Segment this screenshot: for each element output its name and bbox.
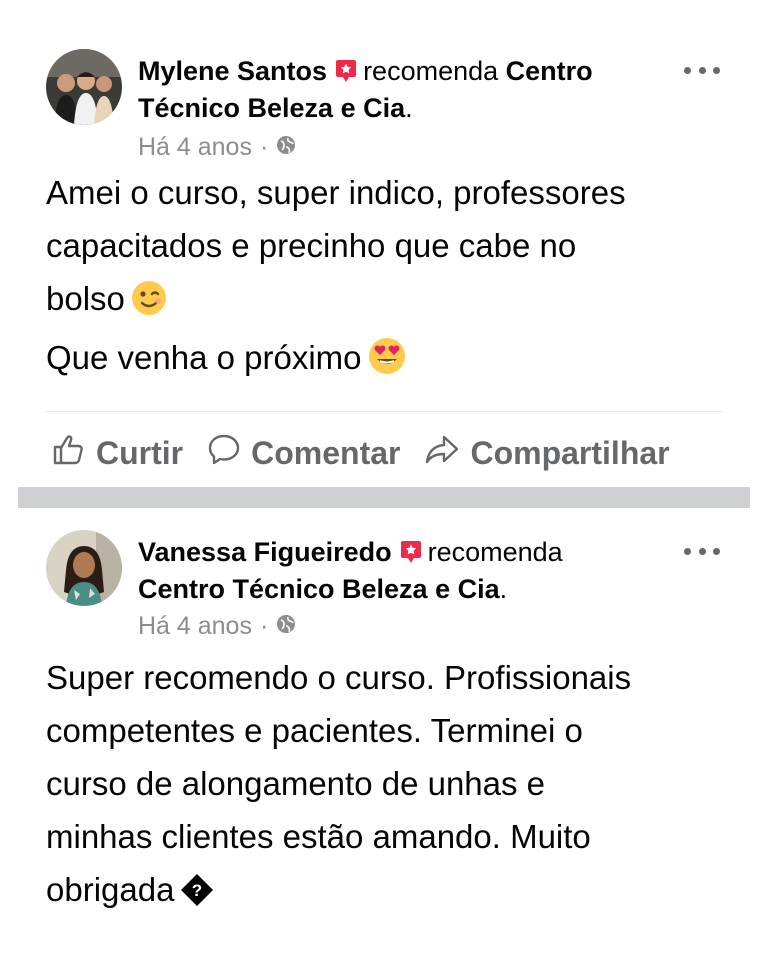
thumbs-up-icon — [52, 432, 86, 474]
feed-separator — [18, 487, 750, 508]
post-body: Amei o curso, super indico, professores … — [46, 166, 736, 390]
recommend-verb: recomenda — [363, 56, 499, 86]
recommend-verb: recomenda — [427, 537, 563, 567]
comment-label: Comentar — [251, 434, 401, 471]
post-header: Vanessa Figueiredo recomenda Centro Técni… — [138, 535, 668, 606]
body-line: curso de alongamento de unhas e — [46, 765, 546, 802]
post-meta: Há 4 anos · — [138, 133, 296, 162]
dot-icon — [713, 66, 720, 74]
like-button[interactable]: Curtir — [52, 432, 183, 474]
body-line: competentes e pacientes. Terminei o — [46, 712, 583, 749]
globe-icon — [276, 133, 296, 162]
unknown-glyph-icon: ? — [180, 869, 214, 922]
dot-icon — [698, 66, 706, 74]
avatar[interactable] — [46, 49, 122, 125]
like-label: Curtir — [96, 434, 184, 471]
page-suffix: . — [405, 93, 413, 123]
body-line-with-emoji: bolso — [46, 272, 736, 331]
comment-button[interactable]: Comentar — [207, 432, 400, 474]
svg-text:?: ? — [192, 881, 202, 900]
recommend-icon — [400, 538, 422, 572]
body-line: obrigada — [46, 871, 175, 908]
body-line: Amei o curso, super indico, professores — [46, 174, 626, 211]
body-line: minhas clientes estão amando. Muito — [46, 818, 591, 855]
divider — [46, 411, 722, 412]
review-post-1: Mylene Santos recomenda Centro Técnico Be… — [0, 0, 768, 487]
dot-icon — [684, 547, 691, 555]
post-header: Mylene Santos recomenda Centro Técnico Be… — [138, 54, 668, 125]
author-name[interactable]: Mylene Santos — [138, 56, 327, 86]
action-bar: Curtir Comentar Compartilhar — [52, 428, 670, 478]
body-line: bolso — [46, 280, 125, 317]
post-time[interactable]: Há 4 anos — [138, 612, 252, 641]
recommend-icon — [335, 57, 357, 91]
author-name[interactable]: Vanessa Figueiredo — [138, 537, 392, 567]
body-line-with-emoji: Que venha o próximo — [46, 331, 736, 390]
body-line: Super recomendo o curso. Profissionais — [46, 659, 632, 696]
body-line: capacitados e precinho que cabe no — [46, 227, 577, 264]
comment-bubble-icon — [207, 432, 241, 474]
page-suffix: . — [499, 574, 508, 604]
dot-icon — [713, 547, 720, 555]
share-label: Compartilhar — [470, 434, 670, 471]
winking-face-emoji-icon — [131, 278, 167, 331]
body-line: Que venha o próximo — [46, 339, 362, 376]
page-name[interactable]: Centro Técnico Beleza e Cia — [138, 574, 500, 604]
dot-icon — [684, 66, 691, 74]
review-post-2: Vanessa Figueiredo recomenda Centro Técni… — [0, 508, 768, 960]
heart-eyes-face-emoji-icon — [368, 337, 406, 390]
meta-separator: · — [259, 612, 269, 640]
dot-icon — [698, 547, 706, 555]
post-time[interactable]: Há 4 anos — [138, 133, 252, 162]
avatar[interactable] — [46, 530, 122, 606]
more-options-button[interactable] — [684, 541, 720, 561]
meta-separator: · — [259, 133, 269, 161]
post-meta: Há 4 anos · — [138, 612, 296, 641]
share-button[interactable]: Compartilhar — [424, 432, 670, 474]
post-body: Super recomendo o curso. Profissionais c… — [46, 651, 736, 922]
more-options-button[interactable] — [684, 60, 720, 80]
share-arrow-icon — [424, 432, 460, 474]
body-line-with-emoji: obrigada? — [46, 863, 736, 922]
globe-icon — [276, 612, 296, 641]
